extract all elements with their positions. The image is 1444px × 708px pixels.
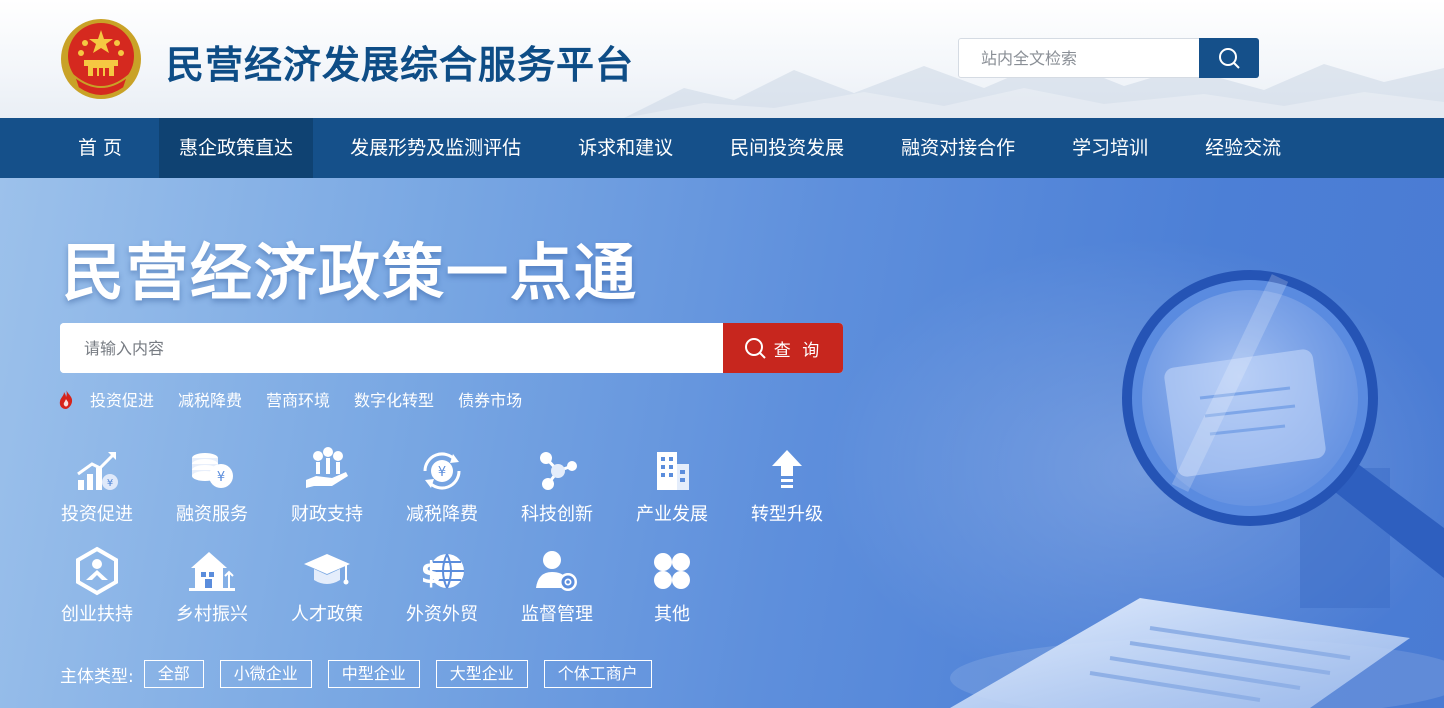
svg-text:¥: ¥ [107, 478, 113, 489]
site-title: 民营经济发展综合服务平台 [166, 43, 635, 87]
house-icon [189, 552, 235, 591]
nav-item-policy-direct[interactable]: 惠企政策直达 [159, 118, 314, 178]
category-label: 监督管理 [521, 604, 593, 625]
subject-chip-medium[interactable]: 中型企业 [327, 660, 420, 688]
category-fiscal-support[interactable]: 财政支持 [286, 446, 368, 526]
category-label: 财政支持 [291, 504, 363, 525]
search-icon [744, 338, 766, 359]
category-label: 外资外贸 [406, 604, 478, 625]
category-label: 融资服务 [176, 504, 248, 525]
hot-tag-bond-market[interactable]: 债券市场 [458, 387, 522, 411]
nav-item-private-investment[interactable]: 民间投资发展 [710, 118, 864, 178]
hexagon-people-icon [76, 546, 118, 596]
magnifier-document-illustration-icon [950, 270, 1444, 708]
category-rural[interactable]: 乡村振兴 [171, 546, 253, 626]
subject-chip-large[interactable]: 大型企业 [435, 660, 528, 688]
nav-item-development-monitoring[interactable]: 发展形势及监测评估 [330, 118, 541, 178]
nav-item-home[interactable]: 首 页 [58, 118, 142, 178]
category-investment[interactable]: ¥ 投资促进 [56, 446, 138, 526]
hot-tag-investment[interactable]: 投资促进 [90, 387, 154, 411]
main-nav: 首 页 惠企政策直达 发展形势及监测评估 诉求和建议 民间投资发展 融资对接合作… [0, 118, 1444, 178]
category-supervision[interactable]: 监督管理 [516, 546, 598, 626]
national-emblem-icon [61, 19, 141, 99]
category-tech-innovation[interactable]: 科技创新 [516, 446, 598, 526]
hot-tag-business-environment[interactable]: 营商环境 [266, 387, 330, 411]
category-label: 其他 [654, 604, 690, 625]
subject-type-filter: 主体类型: 全部 小微企业 中型企业 大型企业 个体工商户 [60, 660, 668, 688]
user-gear-icon [536, 551, 577, 591]
category-label: 科技创新 [521, 504, 593, 525]
hero-section: 民营经济政策一点通 查 询 投资促进 减税降费 营商环境 数字化转型 债券市场 [0, 178, 1444, 708]
hot-tag-digital-transformation[interactable]: 数字化转型 [354, 387, 434, 411]
growth-chart-icon: ¥ [77, 452, 118, 490]
nav-item-appeals[interactable]: 诉求和建议 [558, 118, 693, 178]
dollar-globe-icon: $ [421, 553, 464, 591]
svg-text:$: $ [421, 556, 442, 591]
site-search [958, 38, 1259, 78]
category-talent[interactable]: 人才政策 [286, 546, 368, 626]
category-financing[interactable]: ¥ 融资服务 [171, 446, 253, 526]
nav-item-training[interactable]: 学习培训 [1052, 118, 1168, 178]
policy-search-button-label: 查 询 [773, 340, 823, 361]
subject-chip-individual[interactable]: 个体工商户 [543, 660, 652, 688]
hot-tag-tax-reduction[interactable]: 减税降费 [178, 387, 242, 411]
site-search-input[interactable] [959, 39, 1199, 77]
category-label: 减税降费 [406, 504, 478, 525]
category-label: 人才政策 [291, 604, 363, 625]
hero-title: 民营经济政策一点通 [62, 236, 639, 309]
category-foreign-trade[interactable]: $ 外资外贸 [401, 546, 483, 626]
graduation-cap-icon [304, 554, 350, 585]
category-other[interactable]: 其他 [631, 546, 713, 626]
svg-text:¥: ¥ [438, 465, 446, 480]
category-label: 投资促进 [61, 504, 133, 525]
category-label: 产业发展 [636, 504, 708, 525]
policy-search-button[interactable]: 查 询 [723, 323, 843, 373]
flame-icon [59, 389, 73, 409]
category-tax-reduction[interactable]: ¥ 减税降费 [401, 446, 483, 526]
category-label: 创业扶持 [61, 604, 133, 625]
site-header: 民营经济发展综合服务平台 [0, 0, 1444, 118]
category-label: 转型升级 [751, 504, 823, 525]
site-search-button[interactable] [1199, 38, 1259, 78]
molecule-icon [540, 452, 577, 490]
nav-item-financing[interactable]: 融资对接合作 [881, 118, 1035, 178]
yuan-cycle-icon: ¥ [423, 452, 461, 490]
up-arrow-icon [772, 450, 802, 488]
subject-chip-small[interactable]: 小微企业 [219, 660, 312, 688]
category-label: 乡村振兴 [176, 604, 248, 625]
clover-icon [654, 553, 690, 589]
category-transformation[interactable]: 转型升级 [746, 446, 828, 526]
hot-tags: 投资促进 减税降费 营商环境 数字化转型 债券市场 [58, 388, 522, 410]
coin-stack-icon: ¥ [192, 453, 233, 488]
subject-chip-all[interactable]: 全部 [143, 660, 204, 688]
search-icon [1219, 48, 1240, 69]
category-industry[interactable]: 产业发展 [631, 446, 713, 526]
policy-search-input[interactable] [60, 323, 723, 373]
nav-item-experience[interactable]: 经验交流 [1185, 118, 1301, 178]
svg-text:¥: ¥ [217, 470, 225, 485]
category-startup[interactable]: 创业扶持 [56, 546, 138, 626]
policy-search: 查 询 [60, 323, 843, 373]
subject-type-label: 主体类型: [60, 666, 134, 687]
hand-money-icon [306, 447, 348, 488]
buildings-icon [657, 452, 689, 490]
